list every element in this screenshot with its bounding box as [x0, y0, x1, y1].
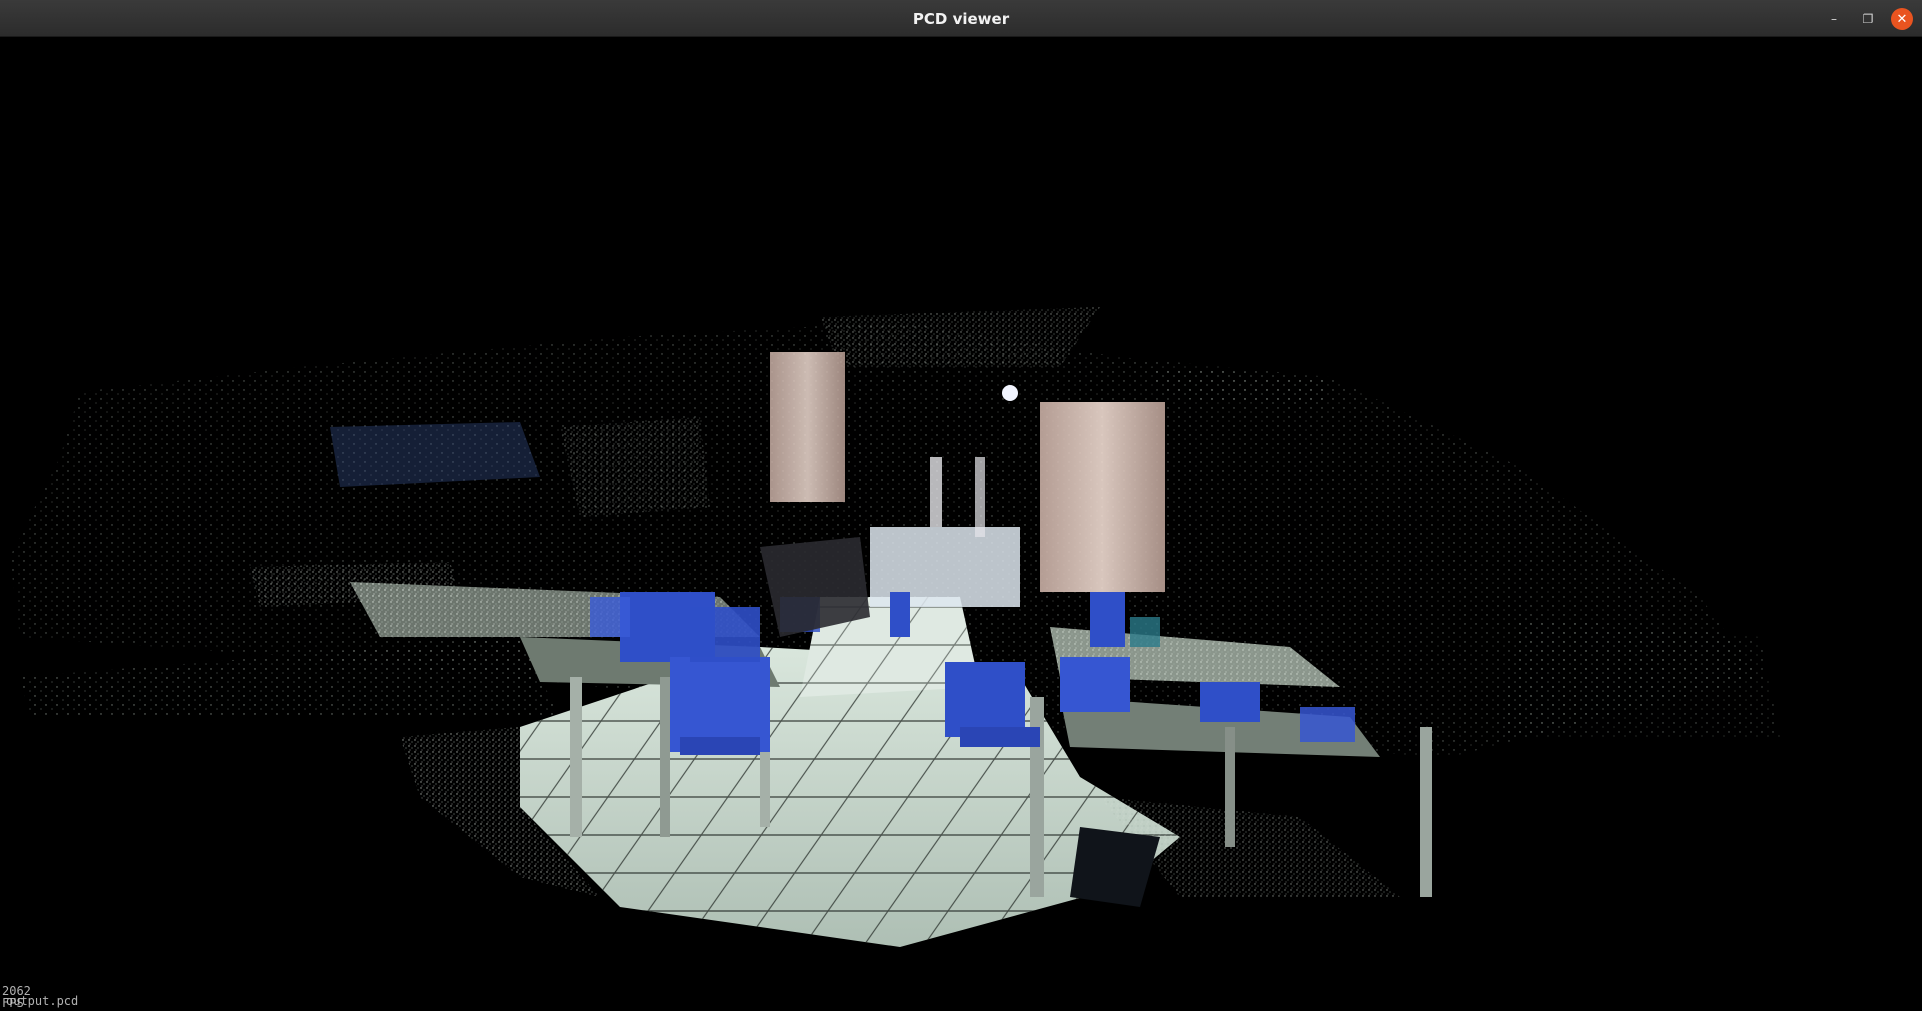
- maximize-icon: ❐: [1862, 12, 1874, 26]
- title-bar[interactable]: PCD viewer – ❐ ✕: [0, 0, 1922, 37]
- point-cloud-viewport[interactable]: 2062 FPS output.pcd: [0, 37, 1922, 1011]
- pcd-viewer-window: PCD viewer – ❐ ✕ 2062 FPS output.pcd: [0, 0, 1922, 1011]
- close-icon: ✕: [1896, 11, 1908, 27]
- minimize-icon: –: [1831, 12, 1837, 26]
- close-button[interactable]: ✕: [1891, 8, 1913, 30]
- point-cloud-render: [10, 307, 1780, 947]
- maximize-button[interactable]: ❐: [1857, 8, 1879, 30]
- minimize-button[interactable]: –: [1823, 8, 1845, 30]
- cloud-name-label: output.pcd: [6, 994, 79, 1008]
- window-title: PCD viewer: [912, 10, 1010, 28]
